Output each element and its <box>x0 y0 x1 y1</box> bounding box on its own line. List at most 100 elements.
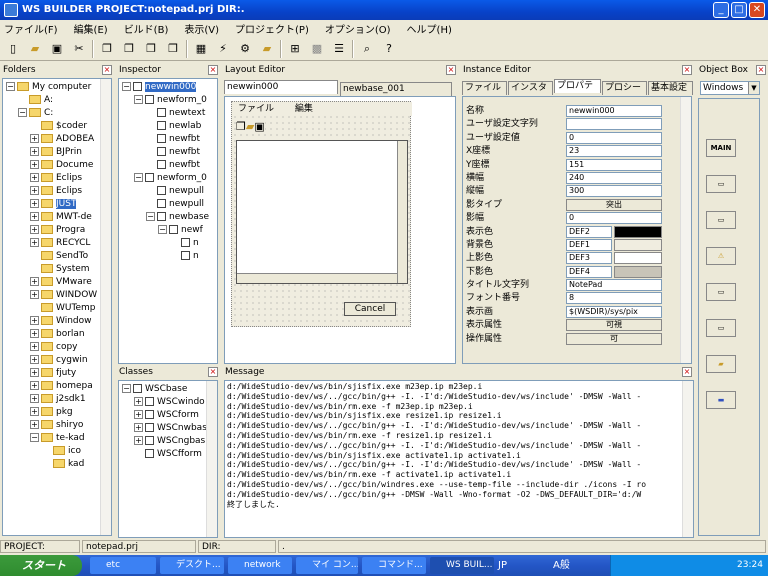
inspector-close-icon[interactable]: × <box>208 65 218 75</box>
task-my-computer[interactable]: マイ コン... <box>296 557 358 574</box>
property-dropdown[interactable]: 突出 <box>566 198 662 211</box>
folders-item[interactable]: SendTo <box>3 250 111 263</box>
inspector-item[interactable]: − newbase <box>119 211 217 224</box>
object-file-dialog[interactable]: ▰ <box>706 355 736 373</box>
window-close-icon[interactable]: ❐ <box>164 40 182 58</box>
menu-view[interactable]: 表示(V) <box>184 21 219 36</box>
classes-item[interactable]: + WSCwindo <box>119 396 217 409</box>
folders-item[interactable]: WUTemp <box>3 302 111 315</box>
expand-icon[interactable]: + <box>134 410 143 419</box>
color-swatch[interactable] <box>614 265 662 278</box>
grid-icon[interactable]: ▩ <box>308 40 326 58</box>
expand-icon[interactable]: + <box>134 397 143 406</box>
property-value[interactable]: DEF1 <box>566 238 612 251</box>
tab-instance[interactable]: インスタ <box>508 81 553 95</box>
expand-icon[interactable]: + <box>30 225 39 234</box>
build-icon[interactable]: ▦ <box>192 40 210 58</box>
new-file-icon[interactable]: ▯ <box>4 40 22 58</box>
expand-icon[interactable]: + <box>30 212 39 221</box>
folders-item[interactable]: + Docume <box>3 159 111 172</box>
inspector-item[interactable]: − newf <box>119 224 217 237</box>
compile-icon[interactable]: ⚡ <box>214 40 232 58</box>
inspector-item[interactable]: newfbt <box>119 146 217 159</box>
folders-item[interactable]: System <box>3 263 111 276</box>
menu-help[interactable]: ヘルプ(H) <box>407 21 452 36</box>
window-save-icon[interactable]: ❐ <box>142 40 160 58</box>
form-textarea-vscroll[interactable] <box>397 141 407 283</box>
cancel-button[interactable]: Cancel <box>344 302 396 316</box>
form-save-icon[interactable]: ▣ <box>254 120 264 133</box>
property-value[interactable]: 0 <box>566 212 662 225</box>
expand-icon[interactable]: + <box>30 134 39 143</box>
window-open-icon[interactable]: ❐ <box>120 40 138 58</box>
folders-tree[interactable]: − My computer A: − C: $coder + ADOBEA + BJPrin + Do… <box>2 78 112 536</box>
collapse-icon[interactable]: − <box>18 108 27 117</box>
task-command[interactable]: コマンド... <box>362 557 426 574</box>
folders-item[interactable]: + MWT-de <box>3 211 111 224</box>
tab-procedure[interactable]: プロシー <box>602 81 647 95</box>
start-button[interactable]: スタート <box>0 555 82 576</box>
object-input[interactable]: ▭ <box>706 283 736 301</box>
folders-item[interactable]: + homepa <box>3 380 111 393</box>
classes-scrollbar[interactable] <box>206 381 217 537</box>
tab-newwin000[interactable]: newwin000 <box>224 80 338 94</box>
collapse-icon[interactable]: − <box>158 225 167 234</box>
expand-icon[interactable]: + <box>30 381 39 390</box>
inspector-item[interactable]: n <box>119 250 217 263</box>
expand-icon[interactable]: + <box>134 436 143 445</box>
object-category-select[interactable]: Windows ▼ <box>700 81 760 95</box>
folders-item[interactable]: + copy <box>3 341 111 354</box>
form-new-icon[interactable]: ❐ <box>236 120 246 133</box>
folders-item[interactable]: + JUST <box>3 198 111 211</box>
cut-icon[interactable]: ✂ <box>70 40 88 58</box>
menu-file[interactable]: ファイル(F) <box>4 21 58 36</box>
chevron-down-icon[interactable]: ▼ <box>748 82 759 94</box>
object-message[interactable]: ▭ <box>706 319 736 337</box>
color-swatch[interactable] <box>614 238 662 251</box>
form-menu-edit[interactable]: 編集 <box>295 104 313 114</box>
list-icon[interactable]: ☰ <box>330 40 348 58</box>
expand-icon[interactable]: + <box>134 423 143 432</box>
property-value[interactable]: $(WSDIR)/sys/pix <box>566 305 662 318</box>
property-value[interactable]: 0 <box>566 131 662 144</box>
task-network[interactable]: network <box>228 557 292 574</box>
menu-build[interactable]: ビルド(B) <box>124 21 169 36</box>
folders-item[interactable]: − te-kad <box>3 432 111 445</box>
maximize-button[interactable]: □ <box>731 2 747 18</box>
form-textarea[interactable] <box>236 140 408 284</box>
collapse-icon[interactable]: − <box>134 95 143 104</box>
property-value[interactable]: newwin000 <box>566 105 662 117</box>
expand-icon[interactable]: + <box>30 199 39 208</box>
property-value[interactable]: 240 <box>566 171 662 184</box>
expand-icon[interactable]: + <box>30 420 39 429</box>
window-new-icon[interactable]: ❐ <box>98 40 116 58</box>
folders-item[interactable]: + j2sdk1 <box>3 393 111 406</box>
open-folder-icon[interactable]: ▰ <box>26 40 44 58</box>
tab-basic[interactable]: 基本設定 <box>648 81 693 95</box>
collapse-icon[interactable]: − <box>146 212 155 221</box>
folders-item[interactable]: $coder <box>3 120 111 133</box>
inspector-item[interactable]: newpull <box>119 198 217 211</box>
menu-option[interactable]: オプション(O) <box>325 21 391 36</box>
folders-item[interactable]: kad <box>3 458 111 471</box>
menu-project[interactable]: プロジェクト(P) <box>235 21 309 36</box>
inspector-item[interactable]: − newform_0 <box>119 172 217 185</box>
collapse-icon[interactable]: − <box>6 82 15 91</box>
tab-file[interactable]: ファイル <box>462 81 507 95</box>
object-form[interactable]: ▭ <box>706 175 736 193</box>
inspector-item[interactable]: − newform_0 <box>119 94 217 107</box>
message-scrollbar[interactable] <box>682 381 693 537</box>
menu-edit[interactable]: 編集(E) <box>74 21 108 36</box>
object-dialog[interactable]: ▭ <box>706 211 736 229</box>
folders-item[interactable]: + Window <box>3 315 111 328</box>
folders-item[interactable]: + fjuty <box>3 367 111 380</box>
expand-icon[interactable]: + <box>30 316 39 325</box>
color-swatch[interactable] <box>614 252 662 265</box>
property-value[interactable]: DEF4 <box>566 265 612 278</box>
folders-scrollbar[interactable] <box>100 79 111 535</box>
folders-item[interactable]: − My computer <box>3 81 111 94</box>
message-close-icon[interactable]: × <box>682 367 692 377</box>
task-desktop[interactable]: デスクト... <box>160 557 224 574</box>
layout-close-icon[interactable]: × <box>446 65 456 75</box>
folders-item[interactable]: + Progra <box>3 224 111 237</box>
